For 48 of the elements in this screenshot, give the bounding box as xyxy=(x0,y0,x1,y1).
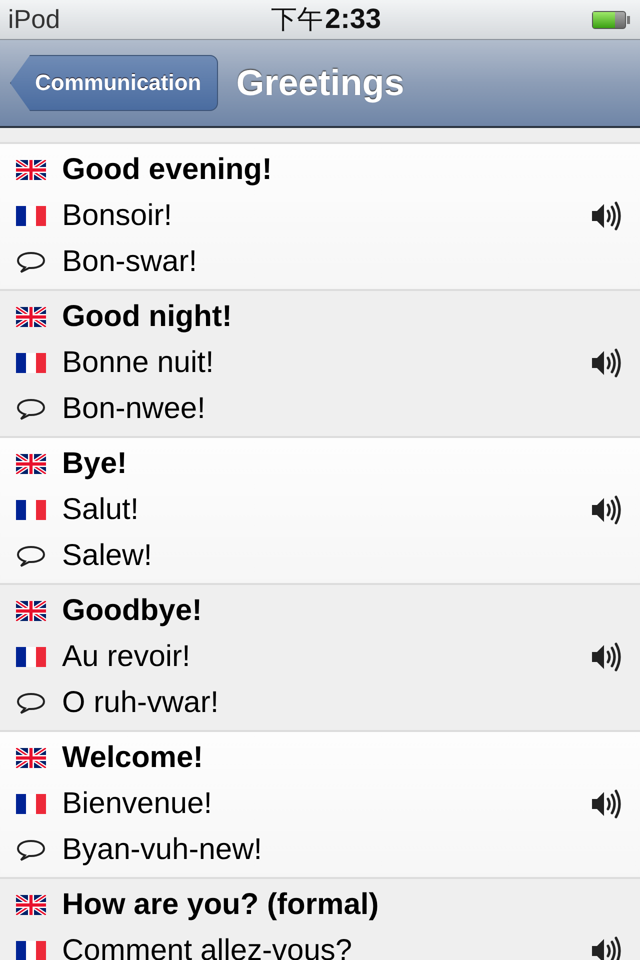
speech-bubble-icon xyxy=(16,397,46,421)
time-prefix: 下午 xyxy=(271,3,323,36)
uk-flag-icon xyxy=(16,748,46,768)
speech-bubble-icon xyxy=(16,838,46,862)
uk-flag-icon xyxy=(16,895,46,915)
french-phrase: Bonne nuit! xyxy=(62,346,214,380)
speaker-icon[interactable] xyxy=(590,641,624,673)
uk-flag-icon xyxy=(16,454,46,474)
english-phrase: Goodbye! xyxy=(62,594,202,628)
speech-bubble-icon xyxy=(16,544,46,568)
phrase-row[interactable]: Goodbye! Au revoir! O ruh-vwar! xyxy=(0,585,640,732)
speaker-icon[interactable] xyxy=(590,347,624,379)
french-flag-icon xyxy=(16,794,46,814)
pronunciation: Salew! xyxy=(62,539,152,573)
pronunciation: Bon-nwee! xyxy=(62,392,206,426)
phrase-row[interactable]: Good night! Bonne nuit! Bon-nwee! xyxy=(0,291,640,438)
french-flag-icon xyxy=(16,206,46,226)
speaker-icon[interactable] xyxy=(590,935,624,960)
english-phrase: Good night! xyxy=(62,300,232,334)
speaker-icon[interactable] xyxy=(590,494,624,526)
uk-flag-icon xyxy=(16,307,46,327)
french-phrase: Salut! xyxy=(62,493,139,527)
speech-bubble-icon xyxy=(16,250,46,274)
nav-title: Greetings xyxy=(236,62,404,104)
pronunciation: Bon-swar! xyxy=(62,245,198,279)
english-phrase: Bye! xyxy=(62,447,128,481)
uk-flag-icon xyxy=(16,601,46,621)
clock-time: 2:33 xyxy=(325,3,382,35)
speaker-icon[interactable] xyxy=(590,200,624,232)
english-phrase: How are you? (formal) xyxy=(62,888,379,922)
speaker-icon[interactable] xyxy=(590,788,624,820)
phrase-row[interactable]: How are you? (formal) Comment allez-vous? xyxy=(0,879,640,960)
english-phrase: Good evening! xyxy=(62,153,272,187)
english-phrase: Welcome! xyxy=(62,741,204,775)
pronunciation: O ruh-vwar! xyxy=(62,686,219,720)
french-phrase: Bienvenue! xyxy=(62,787,212,821)
french-phrase: Comment allez-vous? xyxy=(62,934,352,960)
french-flag-icon xyxy=(16,500,46,520)
french-flag-icon xyxy=(16,941,46,960)
pronunciation: Byan-vuh-new! xyxy=(62,833,262,867)
back-button[interactable]: Communication xyxy=(10,55,218,111)
uk-flag-icon xyxy=(16,160,46,180)
speech-bubble-icon xyxy=(16,691,46,715)
french-flag-icon xyxy=(16,353,46,373)
french-phrase: Au revoir! xyxy=(62,640,190,674)
carrier-label: iPod xyxy=(8,4,60,35)
french-phrase: Bonsoir! xyxy=(62,199,172,233)
french-flag-icon xyxy=(16,647,46,667)
